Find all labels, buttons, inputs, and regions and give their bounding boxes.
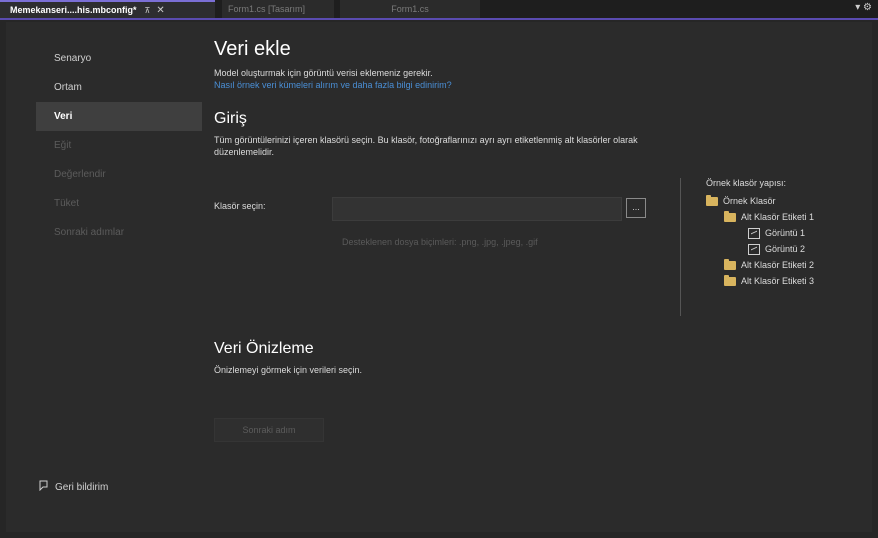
tree-node-label: Alt Klasör Etiketi 2 — [741, 260, 815, 270]
feedback-label: Geri bildirim — [55, 481, 109, 493]
folder-icon — [724, 210, 736, 222]
folder-label: Klasör seçin: — [214, 201, 266, 211]
folder-icon — [724, 258, 736, 270]
tree-node-label: Alt Klasör Etiketi 1 — [741, 212, 815, 222]
feedback-link[interactable]: Geri bildirim — [38, 480, 108, 494]
sidebar-item-environment[interactable]: Ortam — [36, 73, 202, 102]
tree-node: Alt Klasör Etiketi 3 — [706, 273, 866, 289]
supported-formats-hint: Desteklenen dosya biçimleri: .png, .jpg,… — [342, 237, 538, 247]
tree-node-label: Görüntü 1 — [765, 228, 806, 238]
tab-title: Memekanseri....his.mbconfig* — [10, 5, 137, 15]
datasets-help-link[interactable]: Nasıl örnek veri kümeleri alırım ve daha… — [214, 80, 854, 90]
sample-folder-structure: Örnek klasör yapısı: Örnek Klasör Alt Kl… — [706, 178, 866, 289]
tree-node-label: Alt Klasör Etiketi 3 — [741, 276, 815, 286]
step-sidebar: Senaryo Ortam Veri Eğit Değerlendir Tüke… — [36, 44, 202, 247]
tree-node-label: Görüntü 2 — [765, 244, 806, 254]
tab-overflow-icon[interactable]: ▾ ⚙ — [855, 2, 872, 13]
tree-node: Alt Klasör Etiketi 2 — [706, 257, 866, 273]
image-icon — [748, 227, 760, 239]
folder-path-input[interactable] — [332, 197, 622, 221]
sidebar-item-evaluate: Değerlendir — [54, 169, 106, 180]
image-icon — [748, 243, 760, 255]
sidebar-item-train: Eğit — [54, 140, 72, 151]
close-icon[interactable]: ✕ — [156, 5, 164, 16]
tree-node: Örnek Klasör — [706, 193, 866, 209]
pin-icon[interactable]: ⊼ — [145, 6, 151, 15]
tab-form-designer[interactable]: Form1.cs [Tasarım] — [222, 0, 334, 18]
tree-node-label: Örnek Klasör — [723, 196, 776, 206]
input-section-description: Tüm görüntülerinizi içeren klasörü seçin… — [214, 135, 638, 157]
tree-node: Görüntü 2 — [706, 241, 866, 257]
document-tab-bar: Memekanseri....his.mbconfig* ⊼ ✕ Form1.c… — [0, 0, 878, 20]
tree-title: Örnek klasör yapısı: — [706, 178, 787, 188]
feedback-icon — [38, 480, 49, 494]
preview-section-title: Veri Önizleme — [214, 340, 314, 357]
sidebar-item-data[interactable]: Veri — [36, 102, 202, 131]
input-section-title: Giriş — [214, 110, 247, 127]
sidebar-item-next-steps: Sonraki adımlar — [54, 227, 125, 238]
tab-mbconfig[interactable]: Memekanseri....his.mbconfig* ⊼ ✕ — [0, 0, 215, 18]
folder-icon — [706, 194, 718, 206]
sidebar-item-consume: Tüket — [54, 198, 80, 209]
tree-node: Alt Klasör Etiketi 1 — [706, 209, 866, 225]
tree-node: Görüntü 1 — [706, 225, 866, 241]
folder-picker-row: Klasör seçin: ... Desteklenen dosya biçi… — [214, 197, 654, 247]
preview-section-description: Önizlemeyi görmek için verileri seçin. — [214, 365, 363, 375]
folder-icon — [724, 274, 736, 286]
data-preview-section: Veri Önizleme Önizlemeyi görmek için ver… — [214, 340, 644, 376]
page-description: Model oluşturmak için görüntü verisi ekl… — [214, 68, 433, 78]
next-step-button[interactable]: Sonraki adım — [214, 418, 324, 442]
tab-form-code[interactable]: Form1.cs — [340, 0, 480, 18]
sidebar-item-scenario[interactable]: Senaryo — [36, 44, 202, 73]
data-step-content: Veri ekle Model oluşturmak için görüntü … — [214, 38, 854, 442]
browse-button[interactable]: ... — [626, 198, 646, 218]
page-title: Veri ekle — [214, 38, 291, 60]
tree-divider — [680, 178, 681, 316]
